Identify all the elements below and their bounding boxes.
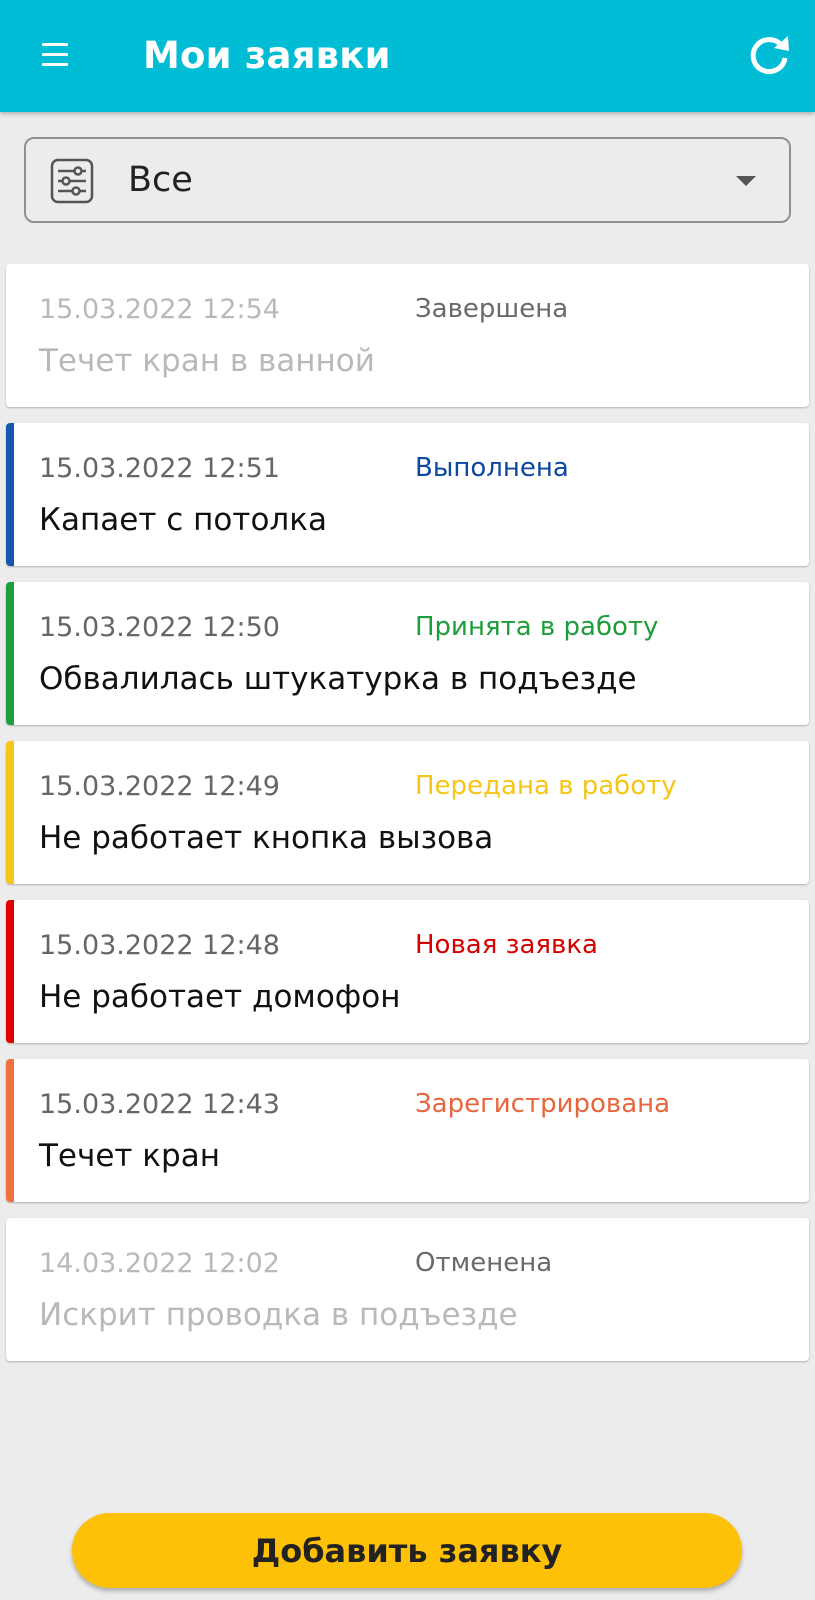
request-status: Принята в работу <box>415 612 659 642</box>
request-list: 15.03.2022 12:54 Завершена Течет кран в ва… <box>6 264 809 1377</box>
request-status: Зарегистрирована <box>415 1089 671 1119</box>
request-description: Не работает домофон <box>39 979 401 1015</box>
request-date: 15.03.2022 12:54 <box>39 294 280 325</box>
request-description: Течет кран <box>39 1138 220 1174</box>
app-bar: Мои заявки <box>0 0 815 112</box>
request-card[interactable]: 14.03.2022 12:02 Отменена Искрит проводка … <box>6 1218 809 1361</box>
request-status: Завершена <box>415 294 569 324</box>
request-description: Обвалилась штукатурка в подъезде <box>39 661 637 697</box>
request-card[interactable]: 15.03.2022 12:43 Зарегистрирована Течет кр… <box>6 1059 809 1202</box>
status-accent-bar <box>6 900 14 1043</box>
hamburger-icon[interactable] <box>38 40 72 70</box>
request-description: Искрит проводка в подъезде <box>39 1297 518 1333</box>
request-description: Течет кран в ванной <box>39 343 375 379</box>
status-accent-bar <box>6 423 14 566</box>
request-status: Отменена <box>415 1248 553 1278</box>
refresh-icon[interactable] <box>744 32 794 82</box>
request-date: 15.03.2022 12:50 <box>39 612 280 643</box>
request-card[interactable]: 15.03.2022 12:48 Новая заявка Не работает … <box>6 900 809 1043</box>
filter-sliders-icon <box>48 157 96 205</box>
request-card[interactable]: 15.03.2022 12:49 Передана в работу Не рабо… <box>6 741 809 884</box>
request-date: 15.03.2022 12:51 <box>39 453 280 484</box>
status-accent-bar <box>6 1059 14 1202</box>
request-status: Новая заявка <box>415 930 598 960</box>
request-status: Выполнена <box>415 453 569 483</box>
request-date: 15.03.2022 12:48 <box>39 930 280 961</box>
request-description: Не работает кнопка вызова <box>39 820 494 856</box>
page-title: Мои заявки <box>143 34 391 77</box>
filter-selected-value: Все <box>128 160 193 200</box>
dropdown-caret-icon <box>736 176 756 186</box>
status-accent-bar <box>6 741 14 884</box>
status-filter-dropdown[interactable]: Все <box>24 137 791 223</box>
request-date: 14.03.2022 12:02 <box>39 1248 280 1279</box>
request-card[interactable]: 15.03.2022 12:50 Принята в работу Обвалила… <box>6 582 809 725</box>
add-request-button[interactable]: Добавить заявку <box>72 1513 742 1588</box>
request-date: 15.03.2022 12:49 <box>39 771 280 802</box>
request-card[interactable]: 15.03.2022 12:54 Завершена Течет кран в ва… <box>6 264 809 407</box>
request-description: Капает с потолка <box>39 502 327 538</box>
request-card[interactable]: 15.03.2022 12:51 Выполнена Капает с потолк… <box>6 423 809 566</box>
request-status: Передана в работу <box>415 771 677 801</box>
request-date: 15.03.2022 12:43 <box>39 1089 280 1120</box>
status-accent-bar <box>6 582 14 725</box>
